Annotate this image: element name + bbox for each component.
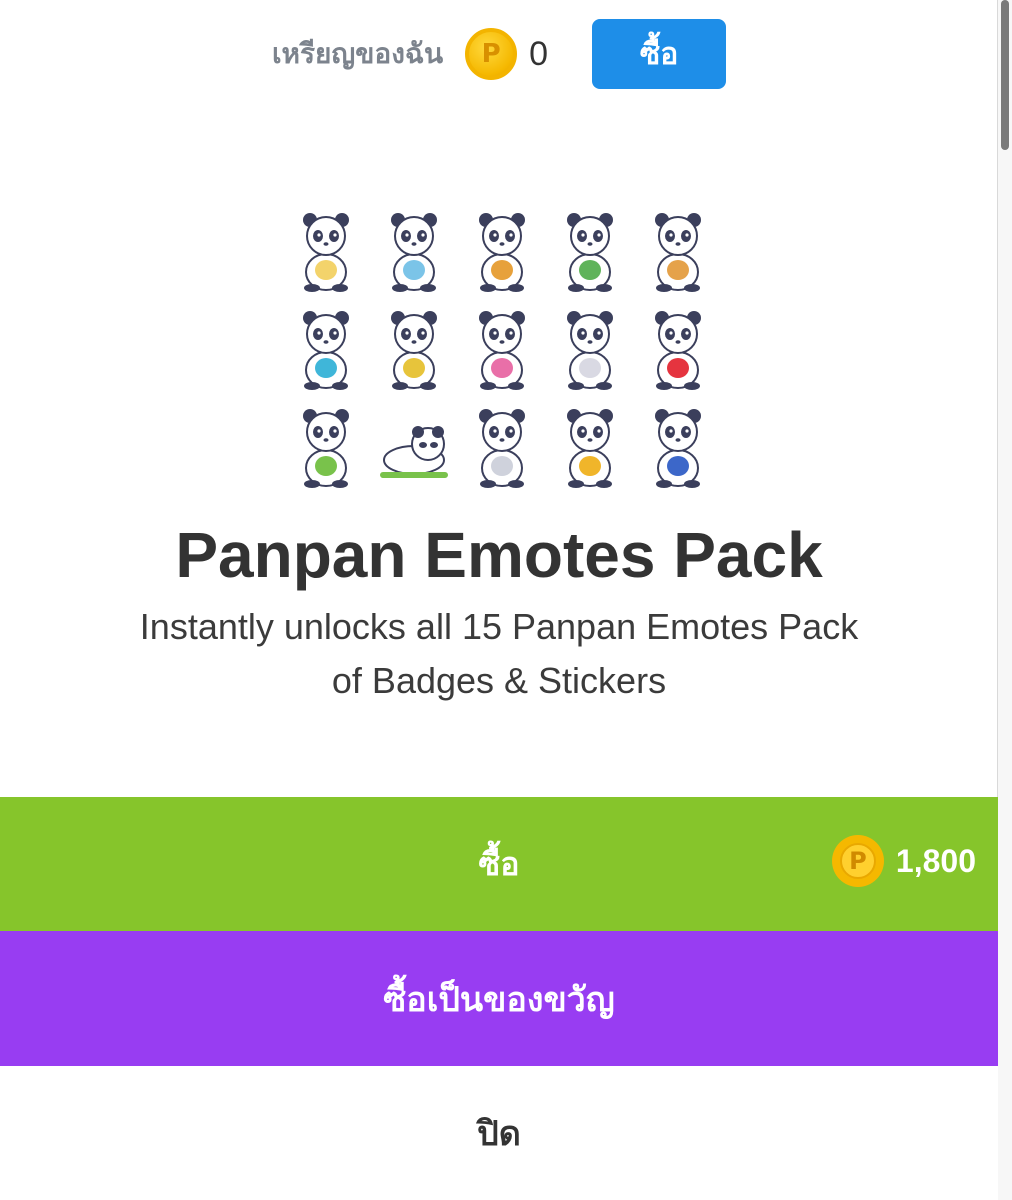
wallet-bar: เหรียญของฉัน P 0 ซื้อ bbox=[0, 18, 998, 90]
pack-description-line: of Badges & Stickers bbox=[331, 660, 667, 701]
newspaper-panda-icon bbox=[458, 396, 546, 494]
dumbbell-panda-icon bbox=[634, 396, 722, 494]
dab-panda-icon bbox=[370, 298, 458, 396]
buy-coins-button[interactable]: ซื้อ bbox=[592, 19, 727, 89]
sticker-preview-grid bbox=[282, 200, 722, 496]
coin-symbol: P bbox=[839, 843, 876, 879]
pack-description-line: Instantly unlocks all 15 Panpan Emotes P… bbox=[139, 606, 859, 647]
trophy-panda-icon bbox=[546, 396, 634, 494]
reading-panda-icon bbox=[546, 200, 634, 298]
coin-icon: P bbox=[831, 835, 884, 887]
price-value: 1,800 bbox=[895, 842, 976, 879]
pack-description: Instantly unlocks all 15 Panpan Emotes P… bbox=[100, 600, 898, 708]
pack-title: Panpan Emotes Pack bbox=[175, 519, 823, 591]
angel-panda-icon bbox=[282, 200, 370, 298]
donut-panda-icon bbox=[458, 298, 546, 396]
buy-as-gift-label: ซื้อเป็นของขวัญ bbox=[383, 979, 615, 1020]
cookie-panda-icon bbox=[634, 200, 722, 298]
sleeping-panda-icon bbox=[370, 396, 458, 494]
price-tag: P 1,800 bbox=[831, 835, 976, 887]
close-button-label: ปิด bbox=[477, 1114, 521, 1154]
close-button[interactable]: ปิด bbox=[0, 1066, 998, 1200]
heart-panda-icon bbox=[634, 298, 722, 396]
buy-button-label: ซื้อ bbox=[478, 844, 520, 883]
coin-icon: P bbox=[465, 28, 518, 80]
scrollbar[interactable] bbox=[997, 0, 1012, 1200]
buy-as-gift-button[interactable]: ซื้อเป็นของขวัญ bbox=[0, 931, 998, 1066]
bubble-tea-panda-icon bbox=[370, 200, 458, 298]
sunglasses-panda-icon bbox=[282, 298, 370, 396]
scrollbar-thumb[interactable] bbox=[1001, 0, 1009, 150]
burger-panda-icon bbox=[458, 200, 546, 298]
coin-symbol: P bbox=[481, 39, 501, 69]
wallet-label: เหรียญของฉัน bbox=[271, 37, 444, 70]
wallet-balance: 0 bbox=[529, 34, 549, 73]
bamboo-panda-icon bbox=[282, 396, 370, 494]
shy-panda-icon bbox=[546, 298, 634, 396]
buy-button[interactable]: ซื้อ P 1,800 bbox=[0, 797, 998, 931]
